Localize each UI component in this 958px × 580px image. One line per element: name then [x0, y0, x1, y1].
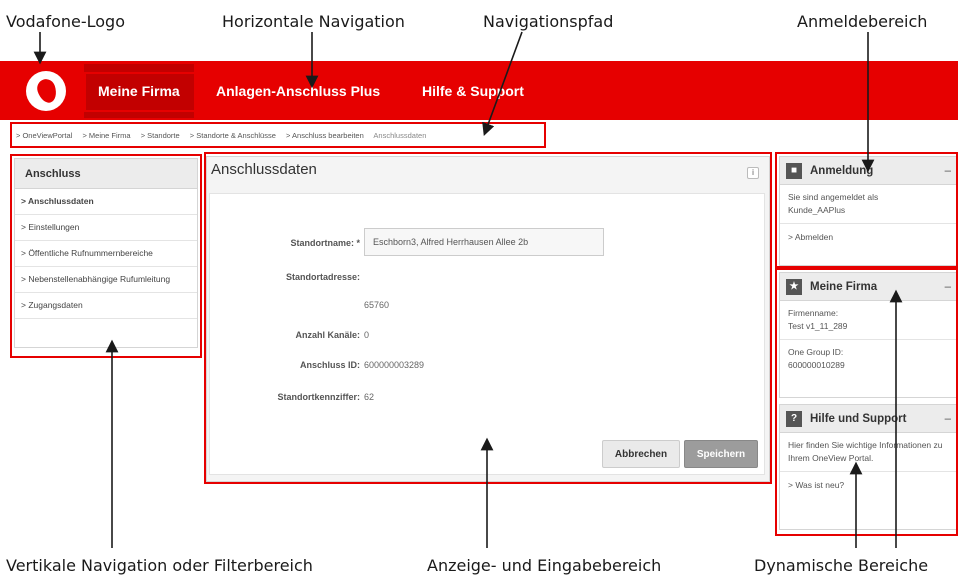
login-status: Sie sind angemeldet als Kunde_AAPlus	[780, 185, 957, 224]
company-title: Meine Firma	[810, 281, 878, 293]
kanaele-label: Anzahl Kanäle:	[295, 330, 360, 340]
sidebar-item-einstellungen[interactable]: > Einstellungen	[15, 215, 197, 241]
nav-hilfe-support[interactable]: Hilfe & Support	[408, 64, 538, 118]
sidebar: Anschluss > Anschlussdaten > Einstellung…	[14, 158, 198, 348]
breadcrumb-item[interactable]: > Standorte & Anschlüsse	[190, 131, 276, 140]
whats-new-link[interactable]: > Was ist neu?	[780, 472, 957, 498]
sidebar-item-zugangsdaten[interactable]: > Zugangsdaten	[15, 293, 197, 319]
kanaele-value: 0	[364, 330, 370, 340]
help-header[interactable]: ? Hilfe und Support –	[780, 405, 957, 433]
login-status-text: Sie sind angemeldet als	[788, 192, 879, 202]
standortname-input[interactable]: Eschborn3, Alfred Herrhausen Allee 2b	[364, 228, 604, 256]
sidebar-item-anschlussdaten[interactable]: > Anschlussdaten	[15, 189, 197, 215]
annotation-breadcrumb: Navigationspfad	[483, 12, 614, 31]
logout-link[interactable]: > Abmelden	[780, 224, 957, 250]
company-box: ★ Meine Firma – Firmenname: Test v1_11_2…	[779, 272, 958, 398]
standortkennziffer-label: Standortkennziffer:	[277, 392, 360, 402]
company-name-label: Firmenname:	[788, 308, 839, 318]
vodafone-logo-icon	[26, 71, 66, 111]
nav-meine-firma[interactable]: Meine Firma	[84, 64, 194, 118]
help-box: ? Hilfe und Support – Hier finden Sie wi…	[779, 404, 958, 530]
plz-value: 65760	[364, 300, 390, 310]
save-button[interactable]: Speichern	[684, 440, 758, 468]
standortname-label: Standortname: *	[290, 238, 360, 248]
login-box: ■ Anmeldung – Sie sind angemeldet als Ku…	[779, 156, 958, 266]
help-text: Hier finden Sie wichtige Informationen z…	[780, 433, 957, 472]
group-id-label: One Group ID:	[788, 347, 844, 357]
annotation-dynamic-areas: Dynamische Bereiche	[754, 556, 929, 575]
login-username: Kunde_AAPlus	[788, 205, 846, 215]
nav-anlagen-anschluss-plus[interactable]: Anlagen-Anschluss Plus	[202, 64, 394, 118]
company-name: Firmenname: Test v1_11_289	[780, 301, 957, 340]
sidebar-item-rufnummernbereiche[interactable]: > Öffentliche Rufnummernbereiche	[15, 241, 197, 267]
login-title: Anmeldung	[810, 165, 874, 177]
annotation-logo: Vodafone-Logo	[6, 12, 125, 31]
question-icon: ?	[786, 411, 802, 427]
vodafone-logo[interactable]	[16, 64, 76, 118]
standortkennziffer-value: 62	[364, 392, 375, 402]
breadcrumb-item[interactable]: > Standorte	[141, 131, 180, 140]
standortadresse-label: Standortadresse:	[285, 272, 360, 282]
star-icon: ★	[786, 279, 802, 295]
breadcrumb-item[interactable]: > OneViewPortal	[16, 131, 72, 140]
breadcrumb-item[interactable]: > Meine Firma	[82, 131, 130, 140]
annotation-login-area: Anmeldebereich	[797, 12, 928, 31]
collapse-icon[interactable]: –	[945, 157, 951, 185]
anschluss-id-label: Anschluss ID:	[299, 360, 360, 370]
anschluss-id-value: 600000003289	[364, 360, 425, 370]
group-id: One Group ID: 600000010289	[780, 340, 957, 378]
group-id-value: 600000010289	[788, 360, 845, 370]
main-panel: Anschlussdaten i Standortname: * Eschbor…	[206, 156, 770, 482]
sidebar-title: Anschluss	[15, 159, 197, 189]
breadcrumb-item[interactable]: > Anschluss bearbeiten	[286, 131, 364, 140]
annotation-display-area: Anzeige- und Eingabebereich	[427, 556, 662, 575]
info-icon[interactable]: i	[747, 167, 759, 179]
company-header[interactable]: ★ Meine Firma –	[780, 273, 957, 301]
breadcrumb-current: Anschlussdaten	[373, 131, 427, 140]
cancel-button[interactable]: Abbrechen	[602, 440, 680, 468]
company-name-value: Test v1_11_289	[788, 321, 848, 331]
breadcrumb: > OneViewPortal > Meine Firma > Standort…	[16, 126, 434, 146]
user-icon: ■	[786, 163, 802, 179]
form-area: Standortname: * Eschborn3, Alfred Herrha…	[209, 193, 765, 475]
login-header[interactable]: ■ Anmeldung –	[780, 157, 957, 185]
annotation-vertical-nav: Vertikale Navigation oder Filterbereich	[6, 556, 313, 575]
annotation-horizontal-nav: Horizontale Navigation	[222, 12, 405, 31]
collapse-icon[interactable]: –	[945, 273, 951, 301]
collapse-icon[interactable]: –	[945, 405, 951, 433]
help-title: Hilfe und Support	[810, 413, 907, 425]
sidebar-item-rufumleitung[interactable]: > Nebenstellenabhängige Rufumleitung	[15, 267, 197, 293]
page-title: Anschlussdaten	[211, 161, 317, 178]
